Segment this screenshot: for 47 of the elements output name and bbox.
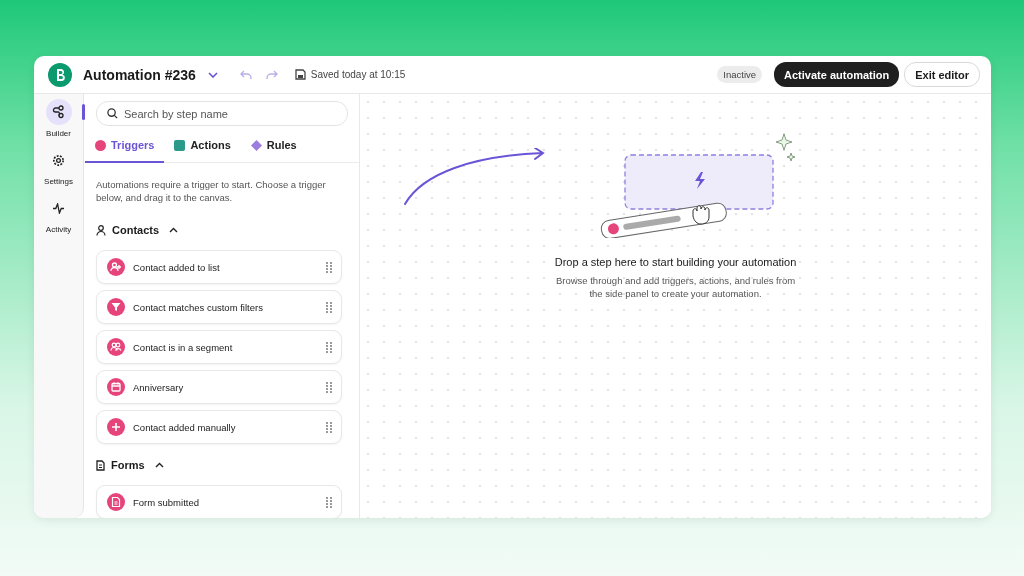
undo-icon[interactable]	[239, 69, 252, 80]
trigger-card[interactable]: Contact matches custom filters	[96, 290, 342, 324]
drag-handle-icon[interactable]	[326, 421, 332, 433]
users-icon	[107, 338, 125, 356]
activate-button[interactable]: Activate automation	[774, 62, 900, 87]
drag-handle-icon[interactable]	[326, 261, 332, 273]
form-icon	[107, 493, 125, 511]
calendar-icon	[107, 378, 125, 396]
person-icon	[96, 224, 106, 236]
canvas-title: Drop a step here to start building your automation	[554, 256, 797, 268]
drag-handle-icon[interactable]	[326, 496, 332, 508]
saved-status: Saved today at 10:15	[310, 69, 406, 80]
plus-icon	[107, 418, 125, 436]
rail-item[interactable]: Activity	[45, 195, 72, 234]
tab[interactable]: Actions	[164, 131, 241, 163]
canvas-description: Browse through and add triggers, actions, and rules from the side panel to create your automation.	[555, 274, 796, 300]
settings-icon	[52, 153, 65, 167]
drag-handle-icon[interactable]	[326, 301, 332, 313]
user-plus-icon	[107, 258, 125, 276]
section-title: Contacts	[112, 224, 160, 236]
logo-icon	[48, 62, 72, 87]
rail-item[interactable]: Settings	[44, 147, 73, 186]
trigger-card[interactable]: Contact added manually	[96, 410, 342, 444]
automation-title: Automation #236	[83, 66, 196, 83]
document-icon	[96, 459, 105, 471]
status-badge: Inactive	[717, 66, 763, 83]
activity-icon	[52, 202, 65, 214]
redo-icon[interactable]	[265, 69, 278, 80]
exit-button[interactable]: Exit editor	[904, 62, 980, 87]
tab[interactable]: Rules	[240, 131, 307, 163]
tab[interactable]: Triggers	[85, 131, 165, 163]
trigger-card[interactable]: Anniversary	[96, 370, 342, 404]
chevron-down-icon[interactable]	[207, 71, 218, 78]
drag-handle-icon[interactable]	[326, 381, 332, 393]
search-field[interactable]: Search by step name	[96, 101, 348, 126]
chevron-icon[interactable]	[169, 227, 179, 233]
section-title: Forms	[111, 459, 145, 471]
trigger-card[interactable]: Form submitted	[96, 485, 342, 518]
save-icon	[294, 69, 306, 80]
intro-text: Automations require a trigger to start. Choose a trigger below, and drag it to the canvas.	[96, 178, 327, 204]
drag-handle-icon[interactable]	[326, 341, 332, 353]
trigger-card[interactable]: Contact added to list	[96, 250, 342, 284]
search-icon	[107, 108, 118, 119]
filter-icon	[107, 298, 125, 316]
chevron-icon[interactable]	[154, 462, 164, 468]
workflow-icon	[51, 105, 66, 119]
trigger-card[interactable]: Contact is in a segment	[96, 330, 342, 364]
